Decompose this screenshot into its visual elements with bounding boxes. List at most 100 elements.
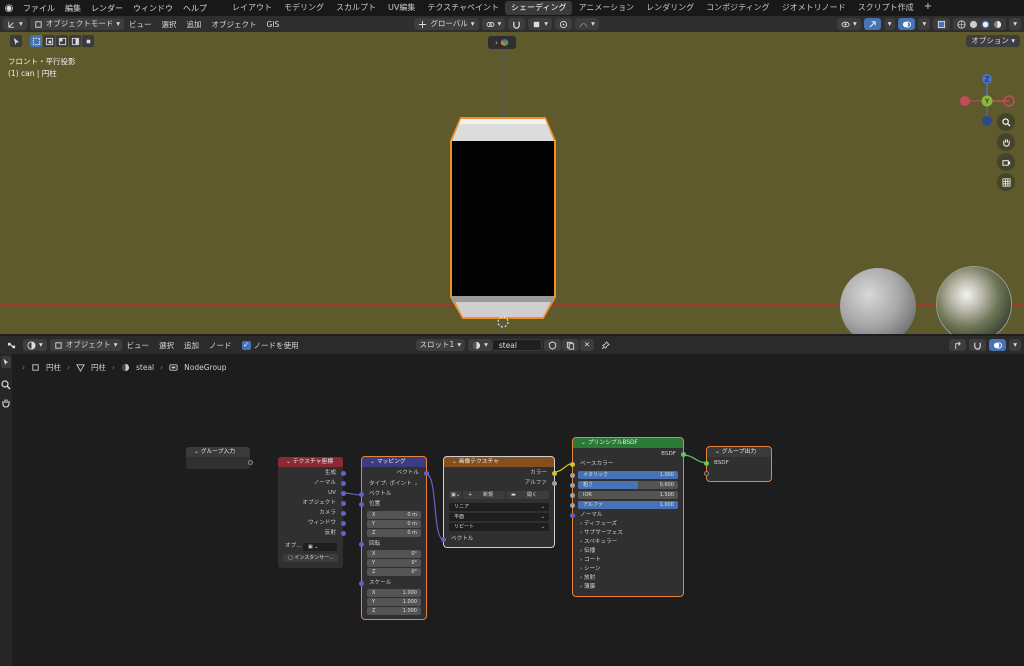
principled-roughness-socket[interactable]: [570, 483, 575, 488]
tab-sculpt[interactable]: スカルプト: [330, 1, 382, 15]
mapping-location-x[interactable]: X0 m: [367, 511, 421, 519]
principled-ior-socket[interactable]: [570, 493, 575, 498]
overlay-dropdown[interactable]: ▾: [918, 18, 931, 30]
unlink-material-button[interactable]: ✕: [579, 339, 595, 351]
shading-modes[interactable]: [953, 18, 1007, 30]
select-mode-new[interactable]: [30, 35, 42, 47]
shader-node-editor[interactable]: ▾ オブジェクト ▾ ビュー 選択 追加 ノード ✓ ノードを使用 スロット1 ▾…: [0, 334, 1024, 666]
node-select-tool-button[interactable]: [1, 356, 11, 368]
pivot-dropdown[interactable]: ▾: [481, 18, 506, 30]
principled-roughness-field[interactable]: 粗さ 0.600: [578, 481, 678, 489]
use-nodes-checkbox[interactable]: ✓ ノードを使用: [237, 340, 304, 351]
tab-scripting[interactable]: スクリプト作成: [852, 1, 920, 15]
group-input-empty-socket[interactable]: [248, 460, 253, 465]
texcoord-object-socket[interactable]: [341, 501, 346, 506]
viewport-menu-gis[interactable]: GIS: [262, 20, 285, 29]
zoom-view-button[interactable]: [997, 113, 1015, 131]
principled-bsdf-node[interactable]: ⌄ プリンシプルBSDF BSDF ベースカラー メタリック 1.000 粗さ 0.…: [570, 437, 686, 597]
node-overlay-dropdown[interactable]: ▾: [1009, 339, 1021, 351]
image-texture-header[interactable]: ⌄ 画像テクスチャ: [444, 457, 554, 467]
parent-node-tree-button[interactable]: [949, 339, 967, 351]
menu-window[interactable]: ウィンドウ: [128, 3, 178, 14]
mapping-type-row[interactable]: タイプ: ポイント ⌄: [362, 480, 426, 489]
tab-texture-paint[interactable]: テクスチャペイント: [421, 1, 505, 15]
slot-dropdown[interactable]: スロット1 ▾: [415, 339, 466, 351]
viewport-menu-select[interactable]: 選択: [157, 19, 182, 30]
principled-ior-field[interactable]: IOR 1.500: [578, 491, 678, 499]
image-interpolation-dropdown[interactable]: リニア ⌄: [449, 503, 549, 511]
texcoord-object-field[interactable]: ▣ ⌄: [303, 543, 337, 551]
visibility-dropdown[interactable]: ▾: [836, 18, 861, 30]
rendered-shading-icon[interactable]: [993, 20, 1002, 29]
principled-metallic-field[interactable]: メタリック 1.000: [578, 471, 678, 479]
group-output-bsdf-socket[interactable]: [704, 461, 709, 466]
viewport-options-dropdown[interactable]: オプション ▾: [966, 35, 1020, 47]
node-menu-select[interactable]: 選択: [154, 340, 179, 351]
xray-toggle[interactable]: [933, 18, 951, 30]
tab-compositing[interactable]: コンポジティング: [700, 1, 776, 15]
solid-shading-icon[interactable]: [969, 20, 978, 29]
texture-coordinate-node[interactable]: ⌄ テクスチャ座標 生成 ノーマル UV オブジェクト カメラ ウィンドウ 反射…: [278, 457, 346, 568]
panel-emission[interactable]: › 放射: [573, 574, 683, 583]
node-menu-node[interactable]: ノード: [204, 340, 237, 351]
texcoord-header[interactable]: ⌄ テクスチャ座標: [278, 457, 343, 467]
breadcrumb-node-group[interactable]: NodeGroup: [184, 363, 226, 372]
snap-node-toggle[interactable]: [969, 339, 987, 351]
image-projection-dropdown[interactable]: 平面 ⌄: [449, 513, 549, 521]
panel-specular[interactable]: › スペキュラー: [573, 538, 683, 547]
fake-user-button[interactable]: [543, 339, 561, 351]
tab-geometry-nodes[interactable]: ジオメトリノード: [776, 1, 852, 15]
add-workspace-icon[interactable]: +: [920, 1, 936, 15]
overlay-toggle[interactable]: [898, 18, 916, 30]
image-alpha-socket[interactable]: [552, 481, 557, 486]
texcoord-generated-socket[interactable]: [341, 471, 346, 476]
tab-uv-editing[interactable]: UV編集: [382, 1, 421, 15]
group-output-header[interactable]: ⌄ グループ出力: [707, 447, 771, 457]
pin-button[interactable]: [597, 339, 614, 351]
principled-bsdf-socket[interactable]: [681, 452, 686, 457]
tab-rendering[interactable]: レンダリング: [640, 1, 700, 15]
can-object[interactable]: [447, 115, 559, 322]
mapping-rotation-y[interactable]: Y 0°: [367, 559, 421, 567]
mapping-node[interactable]: ⌄ マッピング ベクトル タイプ: ポイント ⌄ ベクトル 位置 X0 m Y0…: [359, 456, 429, 620]
mapping-scale-x[interactable]: X 1.000: [367, 589, 421, 597]
panel-diffuse[interactable]: › ディフューズ: [573, 520, 683, 529]
select-tool-button[interactable]: [10, 35, 22, 47]
node-overlay-toggle[interactable]: [989, 339, 1007, 351]
mapping-scale-y[interactable]: Y 1.000: [367, 598, 421, 606]
texcoord-instancer-checkbox[interactable]: ▢ インスタンサー...: [283, 554, 338, 562]
image-open-button[interactable]: ▬ 開く: [506, 491, 549, 499]
mapping-rotation-z[interactable]: Z 0°: [367, 568, 421, 576]
select-mode-subtract[interactable]: [56, 35, 68, 47]
panel-coat[interactable]: › コート: [573, 556, 683, 565]
mapping-rotation-x[interactable]: X 0°: [367, 550, 421, 558]
principled-normal-socket[interactable]: [570, 513, 575, 518]
group-output-empty-socket[interactable]: [704, 471, 709, 476]
mode-dropdown[interactable]: オブジェクトモード ▾: [29, 18, 125, 30]
group-input-header[interactable]: ⌄ グループ入力: [186, 447, 250, 457]
texcoord-uv-socket[interactable]: [341, 491, 346, 496]
snap-target-dropdown[interactable]: ▾: [528, 18, 553, 30]
gizmo-toggle[interactable]: [863, 18, 881, 30]
node-menu-view[interactable]: ビュー: [122, 340, 155, 351]
node-editor-type-button[interactable]: [3, 339, 20, 351]
texcoord-reflection-socket[interactable]: [341, 531, 346, 536]
breadcrumb-mesh[interactable]: 円柱: [91, 362, 106, 373]
principled-base-color-socket[interactable]: [570, 462, 575, 467]
mapping-vector-input-socket[interactable]: [359, 492, 364, 497]
tab-shading[interactable]: シェーディング: [505, 1, 573, 15]
image-extension-dropdown[interactable]: リピート ⌄: [449, 523, 549, 531]
mapping-vector-output-socket[interactable]: [424, 471, 429, 476]
select-mode-extend[interactable]: [43, 35, 55, 47]
material-preview-icon[interactable]: [981, 20, 990, 29]
viewport-menu-view[interactable]: ビュー: [124, 19, 157, 30]
pan-view-button[interactable]: [997, 133, 1015, 151]
image-vector-socket[interactable]: [441, 537, 446, 542]
panel-subsurface[interactable]: › サブサーフェス: [573, 529, 683, 538]
principled-alpha-field[interactable]: アルファ 1.000: [578, 501, 678, 509]
mapping-type-value[interactable]: ポイント: [389, 481, 411, 487]
viewport-menu-object[interactable]: オブジェクト: [207, 19, 262, 30]
node-pan-button[interactable]: [1, 398, 11, 408]
select-mode-intersect[interactable]: [82, 35, 94, 47]
principled-alpha-socket[interactable]: [570, 503, 575, 508]
